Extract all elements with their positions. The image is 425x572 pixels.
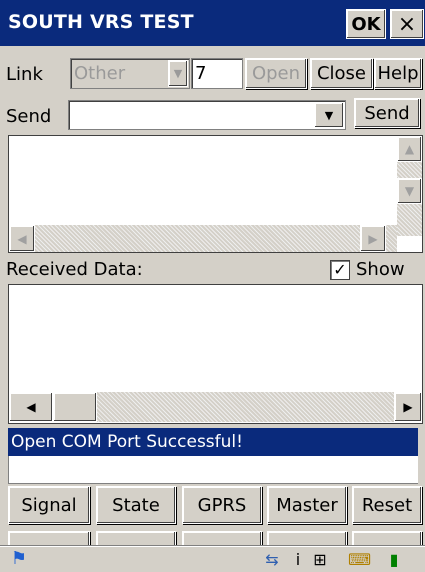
reset-button[interactable]: Reset: [352, 486, 422, 524]
windows-flag-icon[interactable]: ⚑: [8, 548, 30, 570]
master-button[interactable]: Master: [267, 486, 347, 524]
send-label: Send: [6, 106, 52, 127]
open-button[interactable]: Open: [245, 58, 307, 89]
show-checkbox[interactable]: ✓: [330, 260, 350, 280]
status-message: Open COM Port Successful!: [8, 428, 418, 456]
scroll-up-icon[interactable]: ▲: [397, 136, 422, 162]
send-input[interactable]: [68, 100, 346, 130]
close-window-button[interactable]: ×: [390, 9, 424, 39]
horizontal-scrollbar[interactable]: [9, 225, 397, 252]
state-button[interactable]: State: [96, 486, 176, 524]
scroll-left-icon[interactable]: ◀: [9, 392, 53, 422]
chevron-down-icon[interactable]: ▼: [314, 102, 344, 128]
link-type-value: Other: [74, 63, 126, 84]
link-label: Link: [6, 64, 43, 85]
received-data-label: Received Data:: [6, 259, 143, 280]
connection-icon[interactable]: ⊞: [310, 550, 330, 570]
scroll-left-icon[interactable]: ◀: [9, 225, 35, 252]
help-button[interactable]: Help: [374, 58, 422, 89]
show-label: Show: [356, 259, 405, 280]
gprs-button[interactable]: GPRS: [182, 486, 262, 524]
window-title: SOUTH VRS TEST: [8, 11, 194, 33]
battery-icon[interactable]: ▮: [384, 550, 404, 570]
port-input[interactable]: 7: [191, 58, 243, 89]
title-bar: SOUTH VRS TEST OK ×: [0, 0, 425, 46]
scroll-thumb[interactable]: [53, 392, 97, 422]
status-list-empty-row: [8, 456, 418, 484]
scroll-right-icon[interactable]: ▶: [360, 225, 386, 252]
signal-button[interactable]: Signal: [8, 486, 90, 524]
info-icon[interactable]: i: [288, 550, 308, 570]
chevron-down-icon[interactable]: ▼: [168, 60, 188, 87]
ok-button[interactable]: OK: [346, 9, 386, 39]
send-button[interactable]: Send: [354, 98, 420, 128]
close-button[interactable]: Close: [310, 58, 373, 89]
keyboard-icon[interactable]: ⌨: [348, 550, 371, 570]
network-icon[interactable]: ⇆: [262, 550, 282, 570]
scroll-down-icon[interactable]: ▼: [397, 178, 422, 204]
scroll-right-icon[interactable]: ▶: [394, 392, 422, 422]
